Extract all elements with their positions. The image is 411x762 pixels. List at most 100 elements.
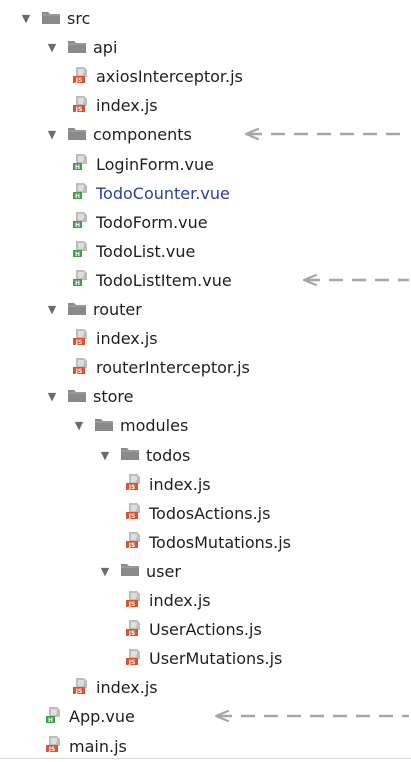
js-file-icon: JS [72,95,90,117]
tree-item-label: modules [120,416,189,436]
folder-icon [67,387,87,407]
vue-file-icon: H [72,153,90,175]
triangle-down-icon[interactable]: ▼ [98,449,112,462]
tree-file-row[interactable]: H TodoCounter.vue [72,179,230,208]
tree-file-row[interactable]: JS index.js [125,586,211,615]
tree-item-label: index.js [96,96,158,116]
vue-file-icon: H [45,706,63,728]
tree-item-label: App.vue [69,707,135,727]
vue-file-icon: H [72,240,90,262]
folder-icon [120,445,140,465]
dashed-arrow-icon [214,708,409,724]
folder-icon [120,561,140,581]
tree-file-row[interactable]: H TodoListItem.vue [72,266,232,295]
js-file-icon: JS [72,357,90,379]
svg-text:H: H [75,164,80,171]
triangle-down-icon[interactable]: ▼ [45,390,59,403]
tree-item-label: TodosActions.js [149,503,271,523]
js-file-icon: JS [125,502,143,524]
tree-file-row[interactable]: JS axiosInterceptor.js [72,62,243,91]
svg-text:H: H [48,717,53,724]
tree-folder-row[interactable]: ▼ todos [98,441,191,470]
tree-item-label: index.js [149,474,211,494]
svg-text:JS: JS [75,106,83,113]
js-file-icon: JS [45,735,63,757]
tree-folder-row[interactable]: ▼ components [45,120,192,149]
tree-item-label: router [93,300,142,319]
svg-text:JS: JS [75,368,83,375]
triangle-down-icon[interactable]: ▼ [45,128,59,141]
triangle-down-icon[interactable]: ▼ [98,565,112,578]
tree-item-label: todos [146,445,191,465]
tree-folder-row[interactable]: ▼ api [45,33,118,62]
tree-item-label: TodoList.vue [96,241,196,261]
panel-bottom-border [0,758,411,759]
triangle-down-icon[interactable]: ▼ [45,41,59,54]
tree-folder-row[interactable]: ▼ store [45,382,134,411]
tree-folder-row[interactable]: ▼ user [98,557,181,586]
tree-folder-row[interactable]: ▼ src [19,4,91,33]
tree-item-label: api [93,38,118,58]
js-file-icon: JS [125,590,143,612]
svg-text:JS: JS [128,484,136,491]
svg-text:JS: JS [75,339,83,346]
tree-item-label: store [93,387,134,407]
triangle-down-icon[interactable]: ▼ [19,12,33,25]
tree-file-row[interactable]: JS main.js [45,732,127,761]
folder-icon [67,125,87,145]
tree-file-row[interactable]: JS UserMutations.js [125,644,282,673]
tree-file-row[interactable]: H TodoList.vue [72,237,195,266]
tree-file-row[interactable]: JS index.js [72,324,158,353]
js-file-icon: JS [72,66,90,88]
tree-file-row[interactable]: JS UserActions.js [125,615,262,644]
tree-item-label: index.js [96,678,158,698]
tree-item-label: UserMutations.js [149,649,283,669]
tree-folder-row[interactable]: ▼ modules [72,411,189,440]
tree-item-label: main.js [69,736,127,756]
js-file-icon: JS [125,531,143,553]
tree-file-row[interactable]: H LoginForm.vue [72,150,214,179]
tree-file-row[interactable]: JS index.js [72,673,158,702]
svg-text:JS: JS [128,659,136,666]
tree-item-label: src [67,9,91,28]
tree-file-row[interactable]: H TodoForm.vue [72,208,208,237]
svg-text:JS: JS [128,601,136,608]
folder-icon [41,9,61,29]
svg-text:JS: JS [128,542,136,549]
js-file-icon: JS [125,473,143,495]
dashed-arrow-icon [244,126,409,142]
vue-file-icon: H [72,182,90,204]
vue-file-icon: H [72,269,90,291]
vue-file-icon: H [72,211,90,233]
svg-text:JS: JS [75,688,83,695]
project-file-tree: ▼ src ▼ api JS axiosInterceptor.js JS index… [0,0,411,762]
svg-text:H: H [75,280,80,287]
svg-text:H: H [75,193,80,200]
svg-text:JS: JS [128,513,136,520]
tree-file-row[interactable]: JS TodosActions.js [125,499,270,528]
tree-item-label: axiosInterceptor.js [96,67,243,87]
tree-item-label: TodoForm.vue [96,212,208,232]
folder-icon [67,38,87,58]
js-file-icon: JS [125,619,143,641]
tree-file-row[interactable]: JS routerInterceptor.js [72,353,250,382]
tree-file-row[interactable]: JS index.js [125,470,211,499]
tree-file-row[interactable]: H App.vue [45,702,135,731]
tree-item-label: LoginForm.vue [96,154,215,174]
tree-item-label: user [146,561,181,581]
js-file-icon: JS [72,328,90,350]
svg-text:H: H [75,222,80,229]
triangle-down-icon[interactable]: ▼ [72,419,86,432]
tree-item-label: TodosMutations.js [149,532,291,552]
svg-text:JS: JS [75,77,83,84]
tree-item-label: UserActions.js [149,620,262,640]
triangle-down-icon[interactable]: ▼ [45,303,59,316]
tree-file-row[interactable]: JS TodosMutations.js [125,528,291,557]
tree-file-row[interactable]: JS index.js [72,91,158,120]
tree-item-label: components [93,125,192,145]
tree-item-label: routerInterceptor.js [96,358,250,378]
tree-folder-row[interactable]: ▼ router [45,295,142,324]
svg-text:JS: JS [128,630,136,637]
folder-icon [67,300,87,320]
svg-text:JS: JS [48,746,56,753]
